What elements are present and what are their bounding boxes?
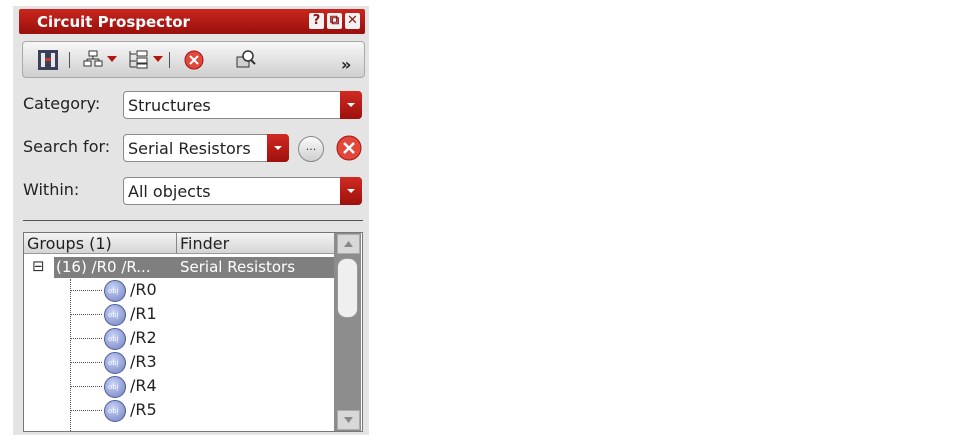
toolbar-overflow-button[interactable]: » xyxy=(341,55,351,74)
chevron-down-icon[interactable] xyxy=(340,91,362,119)
group-row[interactable]: (16) /R0 /R... Serial Resistors xyxy=(54,257,334,278)
scroll-thumb[interactable] xyxy=(337,258,358,318)
toolbar: » xyxy=(22,41,365,78)
vertical-scrollbar[interactable] xyxy=(334,233,361,431)
scroll-down-button[interactable] xyxy=(337,410,360,430)
hierarchy-icon[interactable] xyxy=(83,49,103,69)
expand-collapse-icon[interactable]: ⊟ xyxy=(32,257,45,275)
category-select[interactable]: Structures xyxy=(123,91,362,119)
help-button[interactable]: ? xyxy=(309,13,324,29)
object-icon: obj xyxy=(104,280,126,302)
group-finder: Serial Resistors xyxy=(180,258,296,276)
column-header-finder[interactable]: Finder xyxy=(180,234,229,253)
object-icon: obj xyxy=(104,376,126,398)
object-icon: obj xyxy=(104,400,126,422)
category-label: Category: xyxy=(23,94,101,113)
chevron-down-icon[interactable] xyxy=(340,177,362,205)
section-divider xyxy=(23,220,363,221)
object-icon: obj xyxy=(104,352,126,374)
tree-expand-icon[interactable] xyxy=(127,49,149,69)
within-value: All objects xyxy=(128,182,211,201)
item-name: /R1 xyxy=(130,304,157,323)
item-name: /R5 xyxy=(130,400,157,419)
tree-guide-line xyxy=(70,279,71,431)
toolbar-separator xyxy=(169,52,170,68)
clear-search-icon[interactable] xyxy=(335,134,363,162)
search-options-button[interactable]: ... xyxy=(298,136,324,162)
find-icon[interactable] xyxy=(233,49,257,71)
item-name: /R4 xyxy=(130,376,157,395)
probe-icon[interactable] xyxy=(37,49,59,71)
within-select[interactable]: All objects xyxy=(123,177,362,205)
object-icon: obj xyxy=(104,328,126,350)
column-header-groups[interactable]: Groups (1) xyxy=(27,234,112,253)
circuit-prospector-panel: Circuit Prospector ? ⧉ ✕ » Category: Str… xyxy=(13,6,369,435)
category-value: Structures xyxy=(128,96,211,115)
stop-icon[interactable] xyxy=(183,49,205,71)
search-for-select[interactable]: Serial Resistors xyxy=(123,134,289,162)
group-name: (16) /R0 /R... xyxy=(56,258,151,276)
results-tree: Groups (1) Finder ⊟ (16) /R0 /R... Seria… xyxy=(23,232,363,432)
close-button[interactable]: ✕ xyxy=(345,13,360,29)
item-name: /R3 xyxy=(130,352,157,371)
object-icon: obj xyxy=(104,304,126,326)
panel-title: Circuit Prospector xyxy=(37,13,190,31)
tree-header: Groups (1) Finder xyxy=(24,233,334,254)
chevron-down-icon[interactable] xyxy=(153,56,163,64)
item-name: /R2 xyxy=(130,328,157,347)
within-label: Within: xyxy=(23,180,80,199)
search-for-label: Search for: xyxy=(23,137,111,156)
search-for-value: Serial Resistors xyxy=(128,139,251,158)
toolbar-separator xyxy=(69,52,70,68)
float-button[interactable]: ⧉ xyxy=(327,13,342,29)
scroll-up-button[interactable] xyxy=(337,234,360,254)
title-bar[interactable]: Circuit Prospector ? ⧉ ✕ xyxy=(19,9,365,34)
chevron-down-icon[interactable] xyxy=(267,134,289,162)
chevron-down-icon[interactable] xyxy=(107,56,117,64)
item-name: /R0 xyxy=(130,280,157,299)
